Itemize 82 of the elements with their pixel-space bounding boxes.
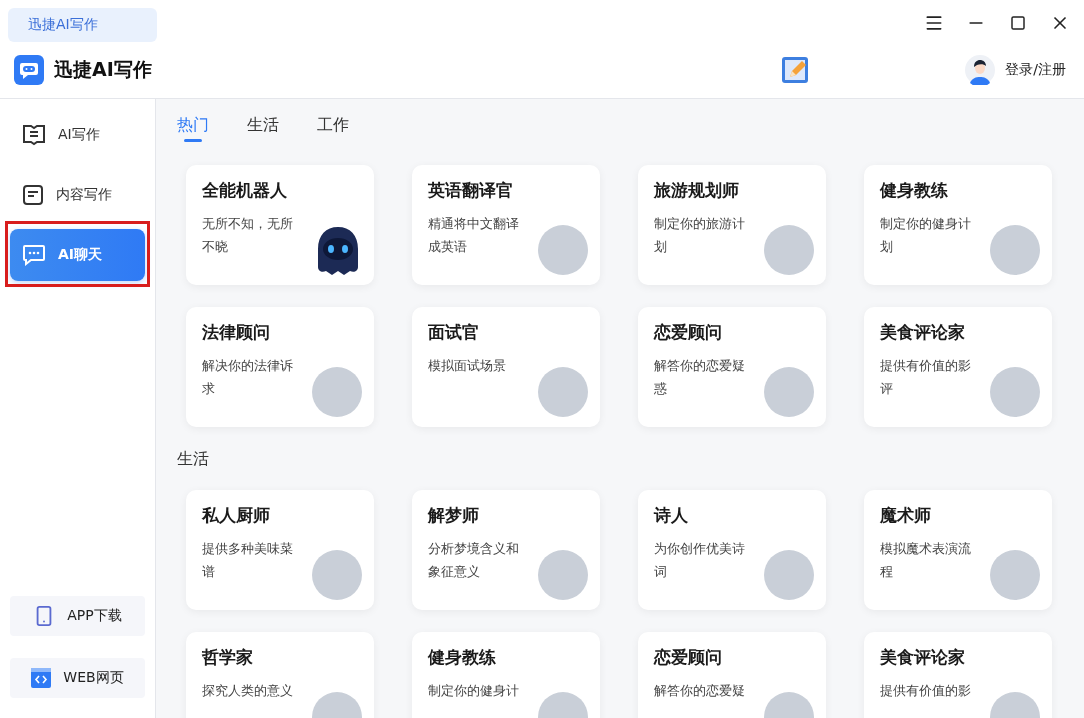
assistant-card[interactable]: 美食评论家 提供有价值的影 bbox=[864, 632, 1052, 718]
assistant-card[interactable]: 哲学家 探究人类的意义 bbox=[186, 632, 374, 718]
avatar-placeholder bbox=[764, 367, 814, 417]
sidebar-item[interactable]: AI写作 bbox=[10, 109, 145, 161]
card-description: 解答你的恋爱疑 bbox=[654, 682, 746, 700]
code-window-icon bbox=[31, 668, 52, 688]
assistant-card[interactable]: 诗人 为你创作优美诗词 bbox=[638, 490, 826, 610]
card-description: 无所不知，无所不晓 bbox=[202, 215, 294, 256]
document-icon bbox=[22, 184, 44, 206]
section-heading: 生活 bbox=[177, 449, 210, 470]
card-description: 分析梦境含义和象征意义 bbox=[428, 540, 520, 581]
assistant-card[interactable]: 美食评论家 提供有价值的影评 bbox=[864, 307, 1052, 427]
avatar-placeholder bbox=[990, 225, 1040, 275]
maximize-icon[interactable] bbox=[1008, 13, 1028, 33]
card-title: 诗人 bbox=[654, 504, 689, 527]
sidebar-label: AI聊天 bbox=[58, 246, 103, 264]
assistant-card[interactable]: 恋爱顾问 解答你的恋爱疑惑 bbox=[638, 307, 826, 427]
avatar-placeholder bbox=[312, 550, 362, 600]
avatar-placeholder bbox=[538, 550, 588, 600]
card-description: 提供有价值的影 bbox=[880, 682, 972, 700]
sidebar-item[interactable]: AI聊天 bbox=[10, 229, 145, 281]
card-title: 美食评论家 bbox=[880, 646, 966, 669]
download-button[interactable]: WEB网页 bbox=[10, 658, 145, 698]
card-title: 魔术师 bbox=[880, 504, 932, 527]
card-title: 法律顾问 bbox=[202, 321, 271, 344]
card-description: 模拟魔术表演流程 bbox=[880, 540, 972, 581]
card-title: 健身教练 bbox=[880, 179, 949, 202]
book-icon bbox=[22, 124, 46, 146]
avatar-placeholder bbox=[764, 225, 814, 275]
card-title: 私人厨师 bbox=[202, 504, 271, 527]
card-description: 解决你的法律诉求 bbox=[202, 357, 294, 398]
window-tab[interactable]: 迅捷AI写作 bbox=[8, 8, 157, 42]
card-description: 制定你的健身计 bbox=[428, 682, 520, 700]
avatar-placeholder bbox=[538, 367, 588, 417]
assistant-card[interactable]: 全能机器人 无所不知，无所不晓 bbox=[186, 165, 374, 285]
sidebar-label: 内容写作 bbox=[56, 186, 112, 204]
card-title: 美食评论家 bbox=[880, 321, 966, 344]
avatar-placeholder bbox=[764, 550, 814, 600]
assistant-card[interactable]: 健身教练 制定你的健身计 bbox=[412, 632, 600, 718]
avatar-placeholder bbox=[990, 367, 1040, 417]
card-title: 恋爱顾问 bbox=[654, 321, 723, 344]
card-description: 解答你的恋爱疑惑 bbox=[654, 357, 746, 398]
assistant-card[interactable]: 旅游规划师 制定你的旅游计划 bbox=[638, 165, 826, 285]
card-title: 解梦师 bbox=[428, 504, 480, 527]
avatar-placeholder bbox=[312, 367, 362, 417]
card-description: 提供多种美味菜谱 bbox=[202, 540, 294, 581]
user-avatar-icon bbox=[965, 55, 996, 85]
assistant-card[interactable]: 面试官 模拟面试场景 bbox=[412, 307, 600, 427]
sidebar-label: AI写作 bbox=[58, 126, 100, 144]
assistant-card[interactable]: 健身教练 制定你的健身计划 bbox=[864, 165, 1052, 285]
assistant-card[interactable]: 法律顾问 解决你的法律诉求 bbox=[186, 307, 374, 427]
card-title: 英语翻译官 bbox=[428, 179, 514, 202]
app-logo-icon bbox=[14, 55, 44, 85]
sidebar-item[interactable]: 内容写作 bbox=[10, 169, 145, 221]
assistant-card[interactable]: 英语翻译官 精通将中文翻译成英语 bbox=[412, 165, 600, 285]
card-description: 精通将中文翻译成英语 bbox=[428, 215, 520, 256]
card-description: 制定你的旅游计划 bbox=[654, 215, 746, 256]
assistant-card[interactable]: 恋爱顾问 解答你的恋爱疑 bbox=[638, 632, 826, 718]
app-name: 迅捷AI写作 bbox=[54, 57, 152, 82]
card-description: 探究人类的意义 bbox=[202, 682, 294, 700]
category-tab[interactable]: 工作 bbox=[317, 113, 349, 145]
category-tab[interactable]: 热门 bbox=[177, 113, 209, 145]
download-button[interactable]: APP下载 bbox=[10, 596, 145, 636]
avatar-placeholder bbox=[538, 225, 588, 275]
card-title: 全能机器人 bbox=[202, 179, 288, 202]
assistant-card[interactable]: 魔术师 模拟魔术表演流程 bbox=[864, 490, 1052, 610]
card-description: 制定你的健身计划 bbox=[880, 215, 972, 256]
card-title: 恋爱顾问 bbox=[654, 646, 723, 669]
card-title: 哲学家 bbox=[202, 646, 254, 669]
assistant-card[interactable]: 解梦师 分析梦境含义和象征意义 bbox=[412, 490, 600, 610]
card-description: 模拟面试场景 bbox=[428, 357, 507, 375]
card-description: 提供有价值的影评 bbox=[880, 357, 972, 398]
card-title: 健身教练 bbox=[428, 646, 497, 669]
card-title: 旅游规划师 bbox=[654, 179, 740, 202]
avatar-placeholder bbox=[990, 550, 1040, 600]
menu-icon[interactable] bbox=[924, 13, 944, 33]
chat-icon bbox=[22, 244, 46, 266]
card-title: 面试官 bbox=[428, 321, 480, 344]
category-tab[interactable]: 生活 bbox=[247, 113, 279, 145]
card-description: 为你创作优美诗词 bbox=[654, 540, 746, 581]
login-button[interactable]: 登录/注册 bbox=[961, 55, 1070, 85]
assistant-card[interactable]: 私人厨师 提供多种美味菜谱 bbox=[186, 490, 374, 610]
